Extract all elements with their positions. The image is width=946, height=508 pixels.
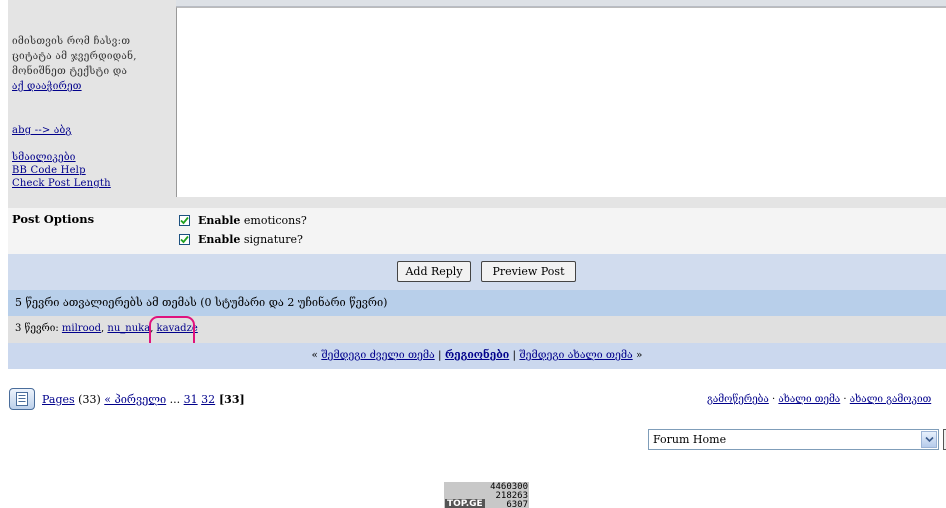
pages-link[interactable]: Pages <box>42 393 75 406</box>
chevron-down-icon[interactable] <box>921 431 937 448</box>
first-page-link[interactable]: « პირველი <box>104 393 166 406</box>
post-options-label: Post Options <box>12 212 95 226</box>
pagination: Pages (33) « პირველი ... 31 32 [33] <box>42 393 245 406</box>
checkmark-icon <box>180 235 189 244</box>
new-topic-link[interactable]: ახალი თემა <box>778 394 840 405</box>
member-link-milrood[interactable]: milrood <box>62 323 101 334</box>
smilies-link[interactable]: სმაილიკები <box>12 152 76 163</box>
nav-separator: | <box>509 349 520 361</box>
active-readers-row: 3 წევრი: milrood, nu_nuka, kavadze <box>8 316 946 343</box>
submit-buttons-row <box>8 254 946 290</box>
bbcode-help-link[interactable]: BB Code Help <box>12 165 86 176</box>
forum-jump-select[interactable]: Forum Home <box>648 429 939 450</box>
previous-topic-link[interactable]: შემდეგი ძველი თემა <box>321 349 434 361</box>
page-31-link[interactable]: 31 <box>184 393 198 406</box>
add-reply-button[interactable]: Add Reply <box>397 261 471 282</box>
enable-emoticons-checkbox[interactable] <box>179 215 190 226</box>
top-ge-logo: TOP.GE <box>445 499 485 508</box>
readers-prefix: 3 წევრი: <box>15 323 62 334</box>
next-topic-link[interactable]: შემდეგი ახალი თემა <box>519 349 632 361</box>
enable-signature-label: Enable signature? <box>198 233 303 246</box>
preview-post-button[interactable]: Preview Post <box>481 261 576 282</box>
check-post-length-link[interactable]: Check Post Length <box>12 178 111 189</box>
editor-resize-bar <box>176 197 946 208</box>
forum-jump-value: Forum Home <box>653 433 727 446</box>
post-options-row <box>8 208 946 254</box>
pages-count: (33) <box>74 393 105 406</box>
reply-sidebar <box>8 0 176 208</box>
active-readers-header: 5 წევრი ათვალიერებს ამ თემას (0 სტუმარი … <box>8 290 946 316</box>
topic-actions: გამოწერება · ახალი თემა · ახალი გამოკით <box>707 394 931 405</box>
quote-hint-line-3: მონიშნეთ ტექსტი და <box>12 66 128 77</box>
forum-link[interactable]: რეგიონები <box>445 349 509 361</box>
thread-navigation: « შემდეგი ძველი თემა | რეგიონები | შემდე… <box>8 343 946 369</box>
track-topic-link[interactable]: გამოწერება <box>707 394 769 405</box>
action-separator: · <box>840 394 850 405</box>
action-separator: · <box>768 394 779 405</box>
nav-open-quote: « <box>311 349 322 361</box>
member-link-nu-nuka[interactable]: nu_nuka <box>107 323 150 334</box>
new-poll-link[interactable]: ახალი გამოკით <box>850 394 931 405</box>
page-32-link[interactable]: 32 <box>201 393 215 406</box>
nav-separator: | <box>434 349 445 361</box>
enable-signature-checkbox[interactable] <box>179 234 190 245</box>
enable-emoticons-label: Enable emoticons? <box>198 214 307 227</box>
reply-textarea[interactable] <box>176 7 946 197</box>
document-icon <box>16 392 28 406</box>
nav-close-quote: » <box>632 349 643 361</box>
quote-hint-line-1: იმისთვის რომ ჩასვ:თ <box>12 36 131 47</box>
pages-ellipsis: ... <box>166 393 184 406</box>
checkmark-icon <box>180 216 189 225</box>
pages-icon[interactable] <box>9 388 35 410</box>
quote-hint-link[interactable]: აქ დააჭირეთ <box>12 81 82 92</box>
quote-hint-line-2: ციტატა ამ ჯვერდიდან, <box>12 51 137 62</box>
counter-line-3: 6307 <box>506 500 528 508</box>
current-page: [33] <box>215 393 245 406</box>
top-ge-counter[interactable]: 4460300 218263 6307 TOP.GE <box>444 482 529 508</box>
member-link-kavadze[interactable]: kavadze <box>157 323 198 334</box>
active-readers-count: 5 წევრი ათვალიერებს ამ თემას (0 სტუმარი … <box>15 296 388 309</box>
editor-toolbar-edge <box>176 0 946 7</box>
translit-link[interactable]: abg --> აბგ <box>12 125 71 136</box>
